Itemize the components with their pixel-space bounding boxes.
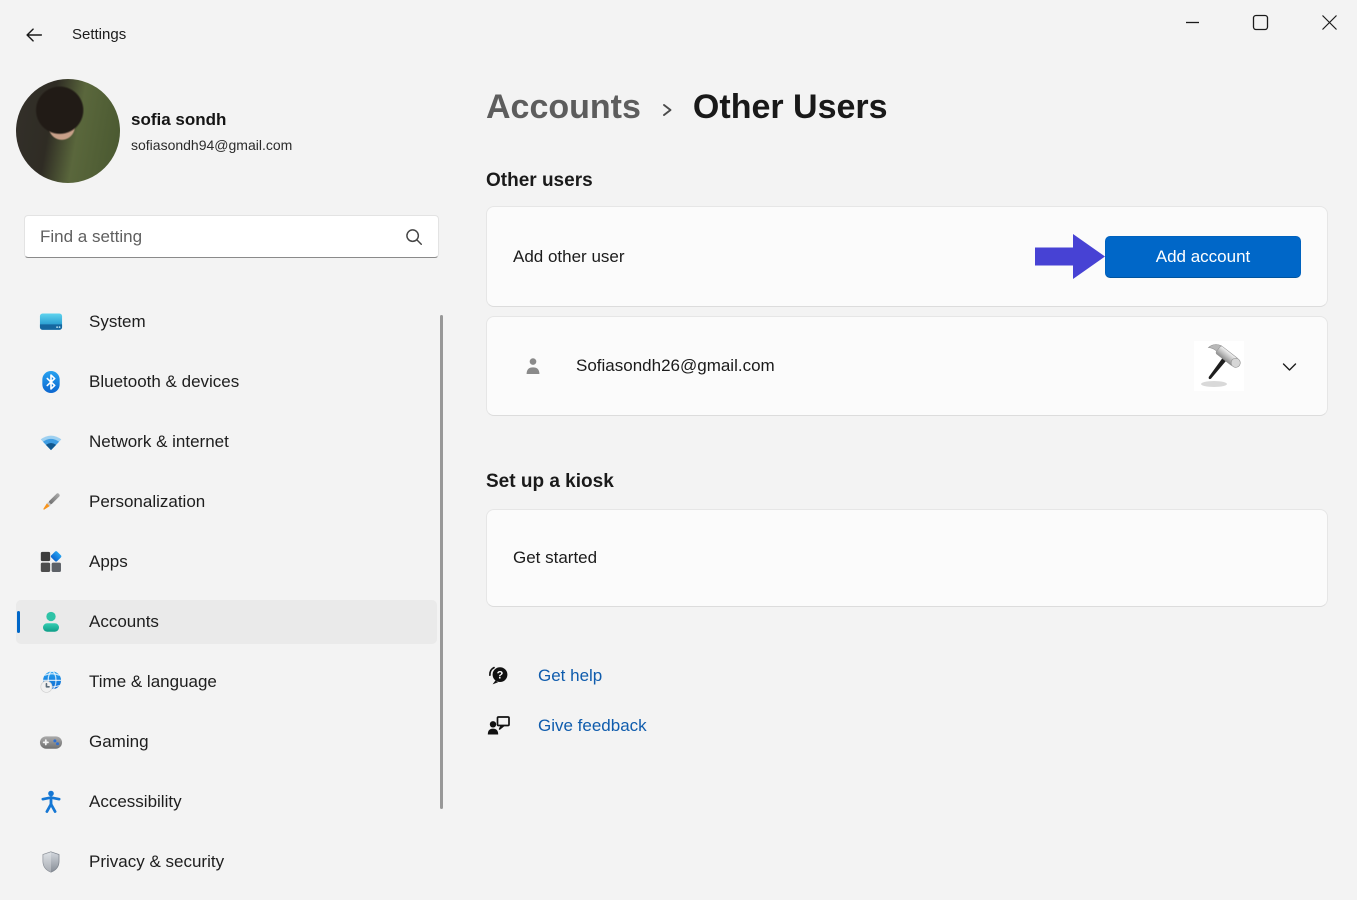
hammer-cursor-image: [1194, 341, 1244, 391]
add-other-user-card: Add other user Add account: [486, 206, 1328, 307]
breadcrumb: Accounts Other Users: [486, 88, 888, 127]
apps-icon: [38, 549, 64, 575]
person-icon: [521, 354, 545, 378]
sidebar-item-accounts[interactable]: Accounts: [16, 600, 437, 644]
chevron-down-icon[interactable]: [1280, 357, 1299, 376]
page-title: Other Users: [693, 88, 888, 127]
close-icon: [1318, 11, 1341, 34]
sidebar-item-network[interactable]: Network & internet: [16, 420, 437, 464]
network-icon: [38, 429, 64, 455]
search-icon: [404, 227, 424, 247]
breadcrumb-accounts[interactable]: Accounts: [486, 88, 641, 127]
chevron-right-icon: [660, 99, 674, 121]
sidebar-nav: System Bluetooth & devices Network & int…: [16, 300, 437, 900]
get-started-label: Get started: [513, 548, 597, 568]
profile-email: sofiasondh94@gmail.com: [131, 137, 292, 153]
svg-text:?: ?: [497, 670, 504, 682]
minimize-icon: [1181, 11, 1204, 34]
sidebar-item-label: Accounts: [89, 612, 159, 632]
search-input[interactable]: [25, 227, 404, 247]
privacy-icon: [38, 849, 64, 875]
profile-name: sofia sondh: [131, 110, 226, 130]
get-help-label: Get help: [538, 666, 602, 686]
search-box: [24, 215, 439, 258]
window-title: Settings: [72, 26, 126, 43]
system-icon: [38, 309, 64, 335]
bluetooth-icon: [38, 369, 64, 395]
titlebar: Settings: [0, 0, 1357, 60]
sidebar-item-label: Gaming: [89, 732, 149, 752]
give-feedback-label: Give feedback: [538, 716, 647, 736]
maximize-button[interactable]: [1230, 2, 1290, 42]
sidebar-item-gaming[interactable]: Gaming: [16, 720, 437, 764]
get-help-link[interactable]: ? Get help: [486, 663, 602, 689]
other-users-heading: Other users: [486, 170, 593, 192]
get-help-icon: ?: [486, 663, 512, 689]
sidebar-item-accessibility[interactable]: Accessibility: [16, 780, 437, 824]
user-avatar[interactable]: [16, 79, 120, 183]
give-feedback-icon: [486, 713, 512, 739]
sidebar-item-label: Accessibility: [89, 792, 182, 812]
kiosk-heading: Set up a kiosk: [486, 471, 614, 493]
back-arrow-icon: [23, 24, 45, 46]
sidebar-item-personalization[interactable]: Personalization: [16, 480, 437, 524]
give-feedback-link[interactable]: Give feedback: [486, 713, 647, 739]
add-other-user-label: Add other user: [513, 247, 625, 267]
sidebar-item-label: Bluetooth & devices: [89, 372, 239, 392]
back-button[interactable]: [18, 20, 50, 50]
sidebar-item-label: Time & language: [89, 672, 217, 692]
other-user-account-row[interactable]: Sofiasondh26@gmail.com: [486, 316, 1328, 416]
sidebar-item-bluetooth[interactable]: Bluetooth & devices: [16, 360, 437, 404]
account-email: Sofiasondh26@gmail.com: [576, 356, 775, 376]
sidebar-scrollbar[interactable]: [440, 315, 443, 809]
settings-window: { "titlebar": { "title": "Settings" }, "…: [0, 0, 1357, 892]
minimize-button[interactable]: [1162, 2, 1222, 42]
time-language-icon: [38, 669, 64, 695]
sidebar-item-privacy[interactable]: Privacy & security: [16, 840, 437, 884]
personalization-icon: [38, 489, 64, 515]
close-button[interactable]: [1299, 2, 1357, 42]
sidebar-item-label: System: [89, 312, 146, 332]
accessibility-icon: [38, 789, 64, 815]
gaming-icon: [38, 729, 64, 755]
sidebar-item-label: Network & internet: [89, 432, 229, 452]
sidebar-item-system[interactable]: System: [16, 300, 437, 344]
maximize-icon: [1249, 11, 1272, 34]
add-account-button[interactable]: Add account: [1105, 236, 1301, 278]
sidebar-item-label: Personalization: [89, 492, 205, 512]
sidebar-item-label: Privacy & security: [89, 852, 224, 872]
accounts-icon: [38, 609, 64, 635]
sidebar-item-label: Apps: [89, 552, 128, 572]
kiosk-get-started-card[interactable]: Get started: [486, 509, 1328, 607]
sidebar-item-apps[interactable]: Apps: [16, 540, 437, 584]
sidebar-item-time-language[interactable]: Time & language: [16, 660, 437, 704]
